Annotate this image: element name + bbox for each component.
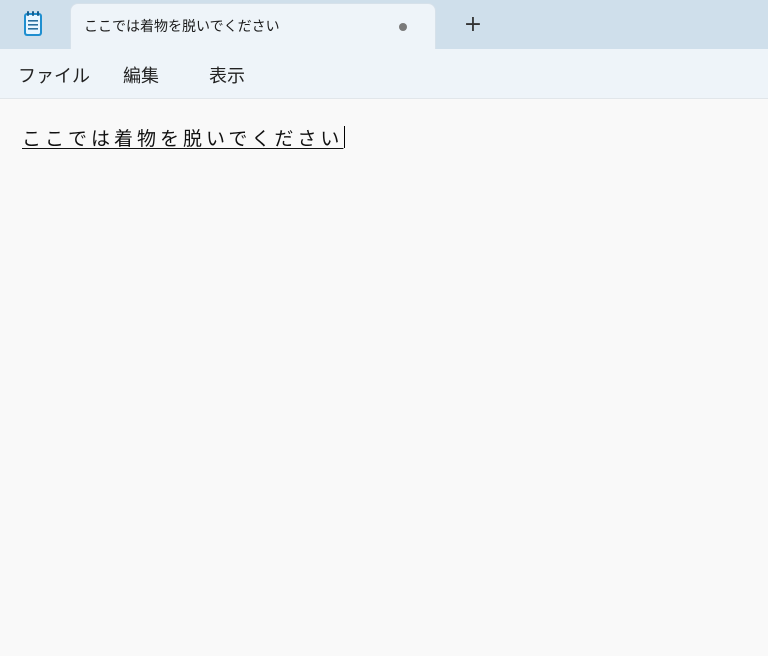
- tab-title: ここでは着物を脱いでください: [84, 19, 280, 35]
- menu-bar: ファイル 編集 表示: [0, 49, 768, 99]
- text-caret: [344, 126, 346, 148]
- tab-document[interactable]: ここでは着物を脱いでください: [70, 3, 436, 49]
- editor-content[interactable]: ここでは着物を脱いでください: [22, 124, 346, 151]
- menu-view[interactable]: 表示: [209, 62, 245, 88]
- notepad-icon: [20, 10, 46, 38]
- notepad-window: ここでは着物を脱いでください + ファイル 編集 表示 ここでは着物を脱いでくだ…: [0, 0, 768, 656]
- new-tab-button[interactable]: +: [458, 10, 488, 40]
- menu-edit[interactable]: 編集: [123, 62, 159, 88]
- editor-text-line: ここでは着物を脱いでください: [22, 128, 344, 150]
- tab-strip: ここでは着物を脱いでください +: [0, 0, 768, 49]
- text-editor[interactable]: ここでは着物を脱いでください: [0, 100, 768, 656]
- menu-file[interactable]: ファイル: [18, 62, 90, 88]
- unsaved-dot-icon[interactable]: [399, 23, 407, 31]
